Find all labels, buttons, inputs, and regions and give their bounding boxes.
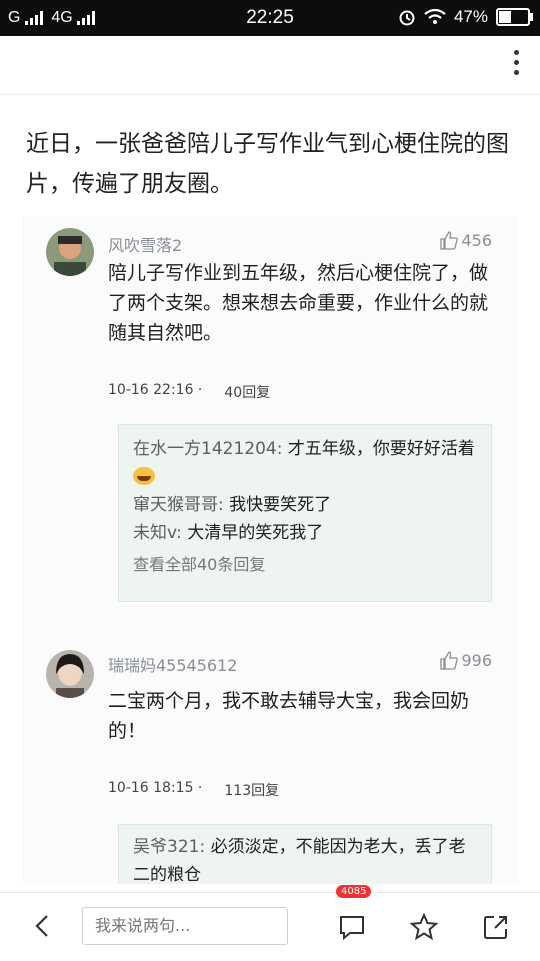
comment-input[interactable]: 我来说两句... xyxy=(82,907,288,945)
thumbs-up-icon xyxy=(440,651,459,670)
comment-text: 二宝两个月，我不敢去辅导大宝，我会回奶的！ xyxy=(108,690,470,742)
comment-text: 陪儿子写作业到五年级，然后心梗住院了，做了两个支架。想来想去命重要，作业什么的就… xyxy=(108,262,489,344)
comment-meta: 10-16 18:15 · 113回复 xyxy=(108,780,279,800)
reply-username[interactable]: 窜天猴哥哥: xyxy=(133,495,224,515)
reply-count-link[interactable]: 40回复 xyxy=(224,382,270,402)
comment-date: 10-16 22:16 · xyxy=(108,382,203,398)
battery-percent: 47% xyxy=(453,7,488,26)
battery-level xyxy=(499,11,512,23)
reply-item: 在水一方1421204: 才五年级，你要好好活着 xyxy=(119,435,491,491)
like-button[interactable]: 456 xyxy=(440,230,492,250)
reply-username[interactable]: 未知v: xyxy=(133,523,182,543)
back-arrow-icon[interactable] xyxy=(30,913,56,939)
comment-date: 10-16 18:15 · xyxy=(108,780,203,796)
thumbs-up-icon xyxy=(440,231,459,250)
reply-item: 吴爷321: 必须淡定，不能因为老大，丢了老二的粮仓 xyxy=(119,833,491,884)
bottom-bar: 我来说两句... 4085 xyxy=(0,885,540,961)
reply-item: 窜天猴哥哥: 我快要笑死了 xyxy=(119,491,491,519)
view-all-replies-link[interactable]: 查看全部40条回复 xyxy=(119,547,491,583)
like-count: 456 xyxy=(461,230,492,250)
reply-item: 未知v: 大清早的笑死我了 xyxy=(119,519,491,547)
article-headline: 近日，一张爸爸陪儿子写作业气到心梗住院的图片，传遍了朋友圈。 xyxy=(26,131,509,197)
reply-box: 在水一方1421204: 才五年级，你要好好活着 窜天猴哥哥: 我快要笑死了 未… xyxy=(118,424,492,602)
comment-username[interactable]: 风吹雪落2 xyxy=(108,232,182,256)
reply-username[interactable]: 吴爷321: xyxy=(133,837,205,857)
status-bar: G 4G 22:25 47% xyxy=(0,0,540,36)
reply-text: 大清早的笑死我了 xyxy=(181,523,324,543)
reply-text: 我快要笑死了 xyxy=(223,495,332,515)
like-button[interactable]: 996 xyxy=(440,650,492,670)
status-right: 47% xyxy=(398,7,533,27)
avatar xyxy=(46,650,94,698)
like-count: 996 xyxy=(461,650,492,670)
comment-count-badge: 4085 xyxy=(336,885,372,898)
reply-username[interactable]: 在水一方1421204: xyxy=(133,439,282,459)
comment-username[interactable]: 瑞瑞妈45545612 xyxy=(108,652,237,676)
star-favorite-icon[interactable] xyxy=(410,913,438,941)
top-bar xyxy=(0,36,540,95)
comment-meta: 10-16 22:16 · 40回复 xyxy=(108,382,270,402)
reply-text: 才五年级，你要好好活着 xyxy=(282,439,475,459)
share-icon[interactable] xyxy=(482,913,510,941)
avatar xyxy=(46,228,94,276)
alarm-icon xyxy=(399,10,415,26)
battery-icon xyxy=(496,8,533,26)
laughing-emoji-icon xyxy=(133,467,155,485)
more-options-icon[interactable] xyxy=(512,50,520,80)
reply-box: 吴爷321: 必须淡定，不能因为老大，丢了老二的粮仓 xyxy=(118,824,492,884)
wifi-icon xyxy=(424,9,446,24)
reply-count-link[interactable]: 113回复 xyxy=(224,780,279,800)
comment-screenshot: 风吹雪落2 456 陪儿子写作业到五年级，然后心梗住院了，做了两个支架。想来想去… xyxy=(22,216,518,884)
comment-icon[interactable] xyxy=(338,913,366,941)
